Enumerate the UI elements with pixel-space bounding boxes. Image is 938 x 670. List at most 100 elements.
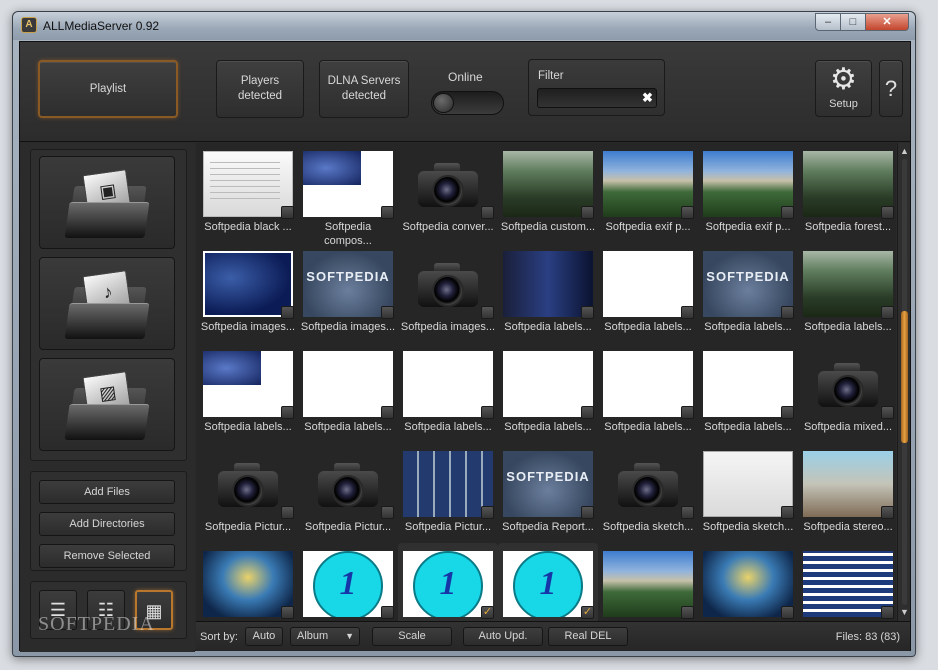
media-thumbnail[interactable] [503, 151, 593, 217]
media-tile[interactable]: 1 [298, 543, 398, 621]
media-tile[interactable]: Softpedia sketch... [698, 443, 798, 543]
media-thumbnail[interactable] [503, 351, 593, 417]
select-checkbox[interactable] [581, 306, 594, 319]
media-thumbnail[interactable] [703, 451, 793, 517]
add-directories-button[interactable]: Add Directories [39, 512, 175, 536]
media-thumbnail[interactable] [303, 151, 393, 217]
media-tile[interactable]: Softpedia labels... [198, 343, 298, 443]
select-checkbox[interactable] [281, 506, 294, 519]
media-thumbnail[interactable] [803, 251, 893, 317]
select-checkbox[interactable] [481, 206, 494, 219]
media-tile[interactable]: 1 ✓ [498, 543, 598, 621]
media-tile[interactable]: Softpedia labels... [298, 343, 398, 443]
media-thumbnail[interactable] [203, 151, 293, 217]
players-detected-button[interactable]: Players detected [216, 60, 304, 118]
setup-button[interactable]: ⚙ Setup [815, 60, 872, 117]
media-thumbnail[interactable] [603, 251, 693, 317]
media-tile[interactable]: Softpedia labels... [598, 343, 698, 443]
media-tile[interactable]: Softpedia stereo... [798, 443, 896, 543]
select-checkbox[interactable] [881, 606, 894, 619]
media-tile[interactable]: SOFTPEDIA Softpedia images... [298, 243, 398, 343]
playlist-button[interactable]: Playlist [38, 60, 178, 118]
media-thumbnail[interactable] [803, 451, 893, 517]
select-checkbox[interactable] [281, 306, 294, 319]
select-checkbox[interactable] [281, 606, 294, 619]
media-thumbnail[interactable]: SOFTPEDIA [503, 451, 593, 517]
media-thumbnail[interactable] [703, 551, 793, 617]
media-tile[interactable] [798, 543, 896, 621]
media-tile[interactable]: Softpedia labels... [698, 343, 798, 443]
media-tile[interactable] [198, 543, 298, 621]
remove-selected-button[interactable]: Remove Selected [39, 544, 175, 568]
media-tile[interactable]: Softpedia conver... [398, 143, 498, 243]
media-thumbnail[interactable] [303, 351, 393, 417]
select-checkbox[interactable] [381, 406, 394, 419]
select-checkbox[interactable] [281, 206, 294, 219]
media-tile[interactable]: Softpedia mixed... [798, 343, 896, 443]
media-thumbnail[interactable] [603, 151, 693, 217]
media-tile[interactable]: Softpedia Pictur... [398, 443, 498, 543]
dlna-servers-button[interactable]: DLNA Servers detected [319, 60, 409, 118]
select-checkbox[interactable] [781, 306, 794, 319]
media-tile[interactable]: Softpedia labels... [398, 343, 498, 443]
media-thumbnail[interactable] [803, 151, 893, 217]
select-checkbox[interactable] [581, 506, 594, 519]
media-tile[interactable]: Softpedia labels... [498, 243, 598, 343]
media-tile[interactable]: SOFTPEDIA Softpedia Report... [498, 443, 598, 543]
select-checkbox[interactable] [681, 306, 694, 319]
select-checkbox[interactable] [881, 306, 894, 319]
sort-field-select[interactable]: Album ▼ [290, 627, 360, 646]
media-thumbnail[interactable]: 1 [403, 551, 493, 617]
media-tile[interactable]: Softpedia Pictur... [198, 443, 298, 543]
select-checkbox[interactable] [581, 406, 594, 419]
select-checkbox[interactable] [381, 206, 394, 219]
media-tile[interactable]: Softpedia custom... [498, 143, 598, 243]
media-thumbnail[interactable]: SOFTPEDIA [303, 251, 393, 317]
select-checkbox[interactable]: ✓ [481, 606, 494, 619]
media-tile[interactable]: Softpedia black ... [198, 143, 298, 243]
select-checkbox[interactable] [381, 606, 394, 619]
select-checkbox[interactable] [781, 206, 794, 219]
scroll-down-icon[interactable]: ▼ [899, 606, 910, 618]
select-checkbox[interactable] [881, 506, 894, 519]
select-checkbox[interactable] [581, 206, 594, 219]
media-thumbnail[interactable] [603, 551, 693, 617]
media-tile[interactable]: SOFTPEDIA Softpedia labels... [698, 243, 798, 343]
media-tile[interactable]: Softpedia labels... [798, 243, 896, 343]
select-checkbox[interactable] [681, 506, 694, 519]
select-checkbox[interactable] [481, 306, 494, 319]
media-tile[interactable]: Softpedia images... [198, 243, 298, 343]
minimize-button[interactable]: – [815, 13, 841, 31]
select-checkbox[interactable] [481, 406, 494, 419]
sort-auto-button[interactable]: Auto [245, 627, 283, 646]
online-toggle[interactable] [431, 91, 504, 115]
toggle-knob[interactable] [433, 93, 454, 113]
media-thumbnail[interactable] [403, 151, 493, 217]
media-thumbnail[interactable] [703, 351, 793, 417]
title-bar[interactable]: A ALLMediaServer 0.92 – □ ✕ [13, 12, 915, 40]
media-thumbnail[interactable] [703, 151, 793, 217]
media-tile[interactable]: Softpedia forest... [798, 143, 896, 243]
media-thumbnail[interactable] [403, 351, 493, 417]
maximize-button[interactable]: □ [840, 13, 866, 31]
select-checkbox[interactable] [681, 206, 694, 219]
media-thumbnail[interactable] [203, 351, 293, 417]
filter-input[interactable] [537, 88, 657, 108]
media-thumbnail[interactable] [403, 451, 493, 517]
select-checkbox[interactable] [481, 506, 494, 519]
media-thumbnail[interactable]: 1 [303, 551, 393, 617]
select-checkbox[interactable] [881, 406, 894, 419]
media-thumbnail[interactable]: 1 [503, 551, 593, 617]
auto-update-button[interactable]: Auto Upd. [463, 627, 543, 646]
media-tile[interactable]: Softpedia exif p... [698, 143, 798, 243]
select-checkbox[interactable] [781, 406, 794, 419]
media-thumbnail[interactable] [603, 451, 693, 517]
select-checkbox[interactable] [381, 506, 394, 519]
real-delete-button[interactable]: Real DEL [548, 627, 628, 646]
media-thumbnail[interactable] [803, 551, 893, 617]
select-checkbox[interactable] [381, 306, 394, 319]
media-grid[interactable]: Softpedia black ... Softpedia compos... So… [196, 143, 896, 621]
help-button[interactable]: ? [879, 60, 903, 117]
select-checkbox[interactable] [681, 406, 694, 419]
select-checkbox[interactable] [881, 206, 894, 219]
